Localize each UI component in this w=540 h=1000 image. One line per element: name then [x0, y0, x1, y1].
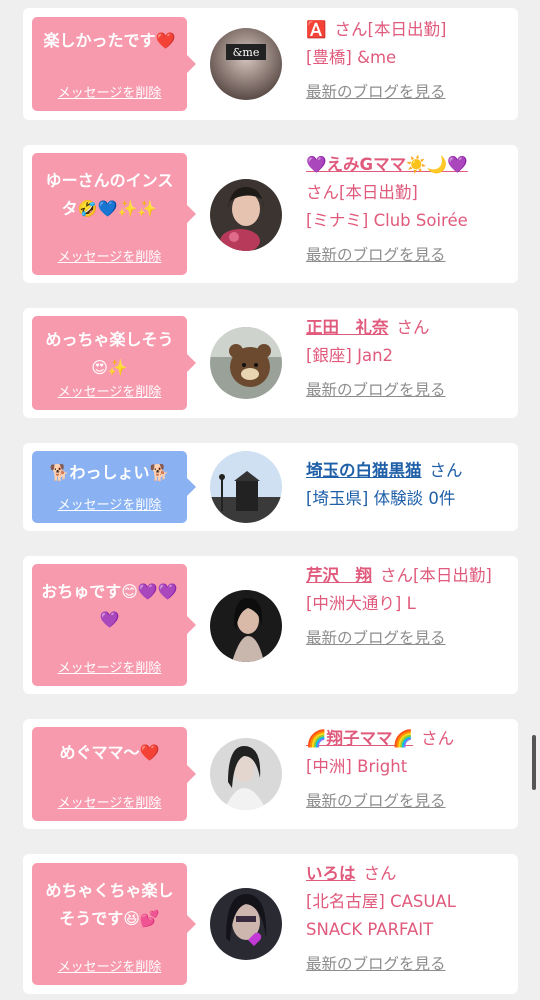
message-text: めっちゃ楽しそう😍✨: [45, 330, 174, 377]
message-card: めちゃくちゃ楽しそうです😆💕 メッセージを削除 いろは さん [北名古屋] CAS…: [23, 854, 518, 994]
user-info: 芹沢 翔さん[本日出勤] [中洲大通り] L 最新のブログを見る: [306, 562, 511, 652]
store-label: [北名古屋] CASUAL SNACK PARFAIT: [306, 892, 456, 939]
user-info: 💜えみGママ☀️🌙💜 さん[本日出勤] [ミナミ] Club Soirée 最新…: [306, 151, 511, 269]
scrollbar[interactable]: [532, 735, 536, 790]
message-text: ゆーさんのインスタ🤣💙✨✨: [45, 171, 174, 218]
message-card: 🐕わっしょい🐕 メッセージを削除 埼玉の白猫黒猫 さん [埼玉県] 体験談 0件: [23, 443, 518, 531]
user-suffix: さん[本日出勤]: [334, 20, 447, 39]
user-suffix: さん: [429, 461, 463, 480]
message-bubble: おちゅです😊💜💜💜 メッセージを削除: [32, 564, 196, 686]
user-info: 埼玉の白猫黒猫 さん [埼玉県] 体験談 0件: [306, 457, 511, 513]
user-name-link[interactable]: 正田 礼奈: [306, 318, 389, 337]
user-name-link[interactable]: 埼玉の白猫黒猫: [306, 461, 422, 480]
message-bubble: めぐママ〜❤️ メッセージを削除: [32, 727, 196, 821]
user-suffix: さん: [396, 318, 430, 337]
user-name-link[interactable]: 芹沢 翔: [306, 566, 372, 585]
user-name-link[interactable]: いろは: [306, 864, 356, 883]
message-text: 楽しかったです❤️: [43, 31, 176, 50]
delete-message-link[interactable]: メッセージを削除: [32, 956, 187, 975]
a-badge-icon: 🅰️: [306, 20, 327, 39]
user-suffix: さん[本日出勤]: [306, 183, 418, 202]
message-text: めちゃくちゃ楽しそうです😆💕: [45, 881, 174, 928]
message-card: めぐママ〜❤️ メッセージを削除 🌈翔子ママ🌈 さん [中洲] Bright 最新…: [23, 719, 518, 829]
avatar[interactable]: [210, 179, 282, 251]
user-name-link[interactable]: 🌈翔子ママ🌈: [306, 729, 413, 748]
latest-blog-link[interactable]: 最新のブログを見る: [306, 241, 511, 269]
store-label: [中洲大通り] L: [306, 594, 416, 613]
user-suffix: さん: [363, 864, 397, 883]
message-card: めっちゃ楽しそう😍✨ メッセージを削除 正田 礼奈 さん [銀座] Jan2 最新…: [23, 308, 518, 418]
message-text: めぐママ〜❤️: [59, 743, 160, 762]
delete-message-link[interactable]: メッセージを削除: [32, 82, 187, 101]
latest-blog-link[interactable]: 最新のブログを見る: [306, 376, 511, 404]
user-info: いろは さん [北名古屋] CASUAL SNACK PARFAIT 最新のブログ…: [306, 860, 511, 978]
message-text: おちゅです😊💜💜💜: [41, 582, 178, 629]
store-label: [中洲] Bright: [306, 757, 408, 776]
delete-message-link[interactable]: メッセージを削除: [32, 657, 187, 676]
store-label: [ミナミ] Club Soirée: [306, 211, 468, 230]
delete-message-link[interactable]: メッセージを削除: [32, 381, 187, 400]
store-label: [銀座] Jan2: [306, 346, 394, 365]
message-card: ゆーさんのインスタ🤣💙✨✨ メッセージを削除 💜えみGママ☀️🌙💜 さん[本日出…: [23, 145, 518, 283]
delete-message-link[interactable]: メッセージを削除: [32, 246, 187, 265]
delete-message-link[interactable]: メッセージを削除: [32, 494, 187, 513]
message-bubble: 楽しかったです❤️ メッセージを削除: [32, 17, 196, 111]
avatar-logo-text: &me: [233, 46, 260, 59]
delete-message-link[interactable]: メッセージを削除: [32, 792, 187, 811]
latest-blog-link[interactable]: 最新のブログを見る: [306, 78, 511, 106]
message-card: おちゅです😊💜💜💜 メッセージを削除 芹沢 翔さん[本日出勤] [中洲大通り] …: [23, 556, 518, 694]
user-suffix: さん: [421, 729, 455, 748]
message-text: 🐕わっしょい🐕: [49, 463, 170, 482]
latest-blog-link[interactable]: 最新のブログを見る: [306, 624, 511, 652]
avatar[interactable]: [210, 738, 282, 810]
avatar[interactable]: [210, 590, 282, 662]
avatar[interactable]: [210, 451, 282, 523]
user-suffix: さん[本日出勤]: [380, 566, 492, 585]
message-bubble: めちゃくちゃ楽しそうです😆💕 メッセージを削除: [32, 863, 196, 985]
avatar[interactable]: &me: [210, 28, 282, 100]
user-info: 🅰️ さん[本日出勤] [豊橋] &me 最新のブログを見る: [306, 16, 511, 106]
avatar[interactable]: [210, 888, 282, 960]
latest-blog-link[interactable]: 最新のブログを見る: [306, 950, 511, 978]
message-bubble: ゆーさんのインスタ🤣💙✨✨ メッセージを削除: [32, 153, 196, 275]
store-label: [埼玉県] 体験談 0件: [306, 489, 456, 508]
store-label: [豊橋] &me: [306, 48, 397, 67]
user-info: 正田 礼奈 さん [銀座] Jan2 最新のブログを見る: [306, 314, 511, 404]
message-card: 楽しかったです❤️ メッセージを削除 &me 🅰️ さん[本日出勤] [豊橋] &…: [23, 8, 518, 120]
message-bubble: 🐕わっしょい🐕 メッセージを削除: [32, 451, 196, 523]
avatar[interactable]: [210, 327, 282, 399]
message-bubble: めっちゃ楽しそう😍✨ メッセージを削除: [32, 316, 196, 410]
latest-blog-link[interactable]: 最新のブログを見る: [306, 787, 511, 815]
message-list: 楽しかったです❤️ メッセージを削除 &me 🅰️ さん[本日出勤] [豊橋] &…: [0, 0, 540, 1000]
user-info: 🌈翔子ママ🌈 さん [中洲] Bright 最新のブログを見る: [306, 725, 511, 815]
user-name-link[interactable]: 💜えみGママ☀️🌙💜: [306, 155, 468, 174]
